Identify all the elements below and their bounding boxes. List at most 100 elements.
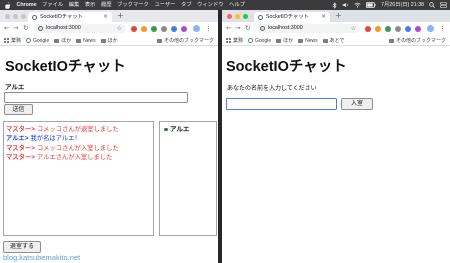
chrome-menu-icon[interactable] — [442, 28, 444, 30]
folder-icon — [76, 38, 82, 43]
bookmark-star-icon[interactable]: ☆ — [117, 24, 122, 33]
other-bookmarks-label: その他のブックマーク — [395, 38, 446, 44]
window-minimize-button[interactable] — [235, 13, 240, 19]
chat-message: アルエさんが入室しました — [36, 154, 113, 162]
menu-tab[interactable]: タブ — [181, 0, 192, 10]
tab-title: SocketIOチャット — [266, 14, 309, 20]
folder-icon — [388, 38, 394, 43]
menu-app-name[interactable]: Chrome — [17, 0, 37, 10]
extension-icon[interactable] — [385, 25, 391, 32]
bookmark-item[interactable]: News — [298, 38, 318, 44]
site-info-icon[interactable]: i — [259, 26, 265, 31]
menu-bookmarks[interactable]: ブックマーク — [117, 0, 149, 10]
tab-active[interactable]: SocketIOチャット × — [254, 12, 330, 22]
forward-button[interactable]: → — [235, 24, 240, 33]
volume-icon[interactable] — [342, 2, 349, 8]
bookmark-item[interactable]: 業務 — [226, 37, 243, 44]
apps-grid-icon — [226, 38, 231, 43]
profile-avatar[interactable] — [427, 25, 434, 32]
window-close-button[interactable] — [5, 13, 10, 19]
chrome-window-login: SocketIOチャット × + ← → ↻ i localhost:3000 … — [222, 10, 450, 263]
login-page: SocketIOチャット あなたの名前を入力してください 入室 — [222, 46, 450, 263]
message-input[interactable] — [4, 92, 188, 103]
menu-clock[interactable]: 7月26日(日) 21:38 — [381, 0, 424, 10]
menu-view[interactable]: 表示 — [85, 0, 96, 10]
other-bookmarks[interactable]: その他のブックマーク — [156, 35, 214, 45]
chrome-menu-icon[interactable] — [208, 28, 210, 30]
window-minimize-button[interactable] — [13, 13, 18, 19]
menu-window[interactable]: ウィンドウ — [197, 0, 224, 10]
enter-button[interactable]: 入室 — [341, 98, 373, 110]
bookmark-item[interactable]: News — [76, 38, 96, 44]
site-info-icon[interactable]: i — [37, 26, 43, 31]
chat-message: コメッコさんが退室しました — [36, 126, 119, 133]
bookmark-item[interactable]: Google — [248, 38, 271, 44]
bluetooth-icon[interactable] — [332, 1, 337, 9]
reload-button[interactable]: ↻ — [23, 24, 28, 33]
menu-people[interactable]: ユーザー — [154, 0, 175, 10]
window-zoom-button[interactable] — [243, 13, 248, 19]
extension-icon[interactable] — [415, 25, 421, 32]
reload-button[interactable]: ↻ — [245, 24, 250, 33]
address-bar[interactable]: i localhost:3000 ☆ — [34, 24, 126, 33]
wifi-icon[interactable] — [354, 2, 361, 8]
extension-icon[interactable] — [405, 25, 411, 32]
menu-history[interactable]: 履歴 — [101, 0, 112, 10]
forward-button[interactable]: → — [13, 24, 18, 33]
tab-close-icon[interactable]: × — [321, 13, 326, 21]
bookmark-label: News — [305, 37, 318, 44]
page-title: SocketIOチャット — [226, 59, 347, 75]
bookmark-item[interactable]: あとで — [322, 37, 345, 44]
bookmark-item[interactable]: ほか — [54, 37, 71, 44]
extension-icon[interactable] — [171, 25, 177, 32]
menu-edit[interactable]: 編集 — [69, 0, 80, 10]
bookmark-star-icon[interactable]: ☆ — [351, 24, 356, 33]
extension-icon[interactable] — [365, 25, 371, 32]
send-button[interactable]: 送信 — [4, 104, 33, 115]
tab-close-icon[interactable]: × — [103, 13, 108, 21]
bookmark-item[interactable]: ほか — [276, 37, 293, 44]
member-list: アルエ — [159, 121, 217, 236]
spotlight-search-icon[interactable] — [429, 2, 435, 8]
bookmark-item[interactable]: ほか — [100, 37, 118, 44]
bookmark-item[interactable]: 業務 — [4, 37, 21, 44]
extension-icon[interactable] — [151, 25, 157, 32]
chat-message: 我が名はアルエ！ — [30, 135, 81, 143]
menu-bar-status-area: 7月26日(日) 21:38 — [332, 0, 447, 10]
profile-avatar[interactable] — [193, 25, 200, 32]
chat-line: マスター> コメッコさんが退室しました — [6, 125, 151, 134]
battery-icon[interactable] — [366, 2, 376, 8]
menu-file[interactable]: ファイル — [42, 0, 63, 10]
other-bookmarks[interactable]: その他のブックマーク — [388, 35, 446, 45]
chat-log: マスター> コメッコさんが退室しました アルエ> 我が名はアルエ！ マスター> コメッ… — [3, 121, 154, 236]
leave-button[interactable]: 退室する — [3, 241, 41, 253]
control-center-icon[interactable] — [440, 2, 447, 8]
desktop: Chrome ファイル 編集 表示 履歴 ブックマーク ユーザー タブ ウィンド… — [0, 0, 450, 263]
extension-icon[interactable] — [395, 25, 401, 32]
tab-active[interactable]: SocketIOチャット × — [28, 12, 112, 22]
bookmark-label: 業務 — [233, 38, 244, 44]
back-button[interactable]: ← — [226, 24, 231, 33]
address-bar[interactable]: i localhost:3000 ☆ — [256, 24, 360, 33]
back-button[interactable]: ← — [4, 24, 9, 33]
extension-icon[interactable] — [141, 25, 147, 32]
window-zoom-button[interactable] — [21, 13, 26, 19]
new-tab-button[interactable]: + — [335, 11, 342, 21]
extension-icon[interactable] — [375, 25, 381, 32]
chat-speaker: マスター> — [6, 154, 35, 162]
chat-speaker: マスター> — [6, 144, 35, 152]
name-input[interactable] — [226, 98, 337, 110]
window-close-button[interactable] — [227, 13, 232, 19]
chat-speaker: アルエ> — [6, 135, 29, 143]
bookmark-label: ほか — [61, 38, 72, 44]
bookmark-label: Google — [33, 37, 50, 44]
extension-icon[interactable] — [181, 25, 187, 32]
url-text: localhost:3000 — [268, 25, 303, 31]
apple-icon[interactable] — [5, 1, 11, 9]
extension-icon[interactable] — [131, 25, 137, 32]
new-tab-button[interactable]: + — [117, 11, 124, 21]
folder-icon — [54, 38, 60, 43]
bookmark-item[interactable]: Google — [26, 38, 49, 44]
extension-icon[interactable] — [161, 25, 167, 32]
menu-help[interactable]: ヘルプ — [229, 0, 245, 10]
